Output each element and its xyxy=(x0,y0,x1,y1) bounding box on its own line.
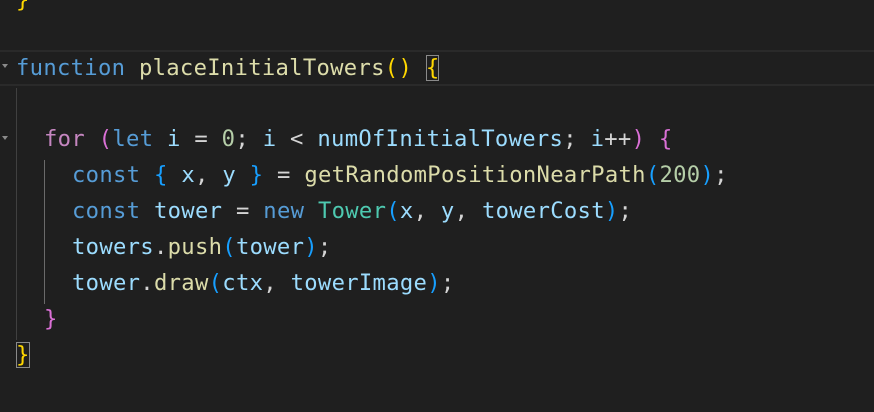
identifier: towerImage xyxy=(290,270,428,296)
paren-open: ( xyxy=(98,126,113,152)
code-line[interactable]: } xyxy=(44,301,58,337)
identifier: i xyxy=(590,126,605,152)
code-line[interactable]: tower.draw(ctx, towerImage); xyxy=(72,265,455,301)
brace-open: { xyxy=(153,162,168,188)
identifier: towerCost xyxy=(481,198,605,224)
identifier: tower xyxy=(153,198,223,224)
code-line[interactable]: towers.push(tower); xyxy=(72,229,332,265)
paren-open: ( xyxy=(208,270,223,296)
keyword-let: let xyxy=(112,126,154,152)
comma: , xyxy=(194,162,209,188)
brace-close-matched: } xyxy=(16,342,30,368)
code-line[interactable]: function placeInitialTowers() { xyxy=(16,50,440,86)
semicolon: ; xyxy=(714,162,728,188)
identifier: ctx xyxy=(222,270,264,296)
comma: , xyxy=(413,198,428,224)
identifier: x xyxy=(181,162,195,188)
function-name: placeInitialTowers xyxy=(138,55,385,81)
identifier: numOfInitialTowers xyxy=(317,126,564,152)
operator: = xyxy=(277,162,291,188)
code-line[interactable]: const tower = new Tower(x, y, towerCost)… xyxy=(72,193,632,229)
fold-chevron-icon[interactable] xyxy=(2,64,8,68)
paren-close: ) xyxy=(398,55,413,81)
paren-open: ( xyxy=(384,55,399,81)
brace-open: { xyxy=(658,126,673,152)
fold-chevron-icon[interactable] xyxy=(2,136,8,140)
keyword-for: for xyxy=(44,126,85,152)
operator: ++ xyxy=(604,126,632,152)
identifier: y xyxy=(222,162,236,188)
identifier: i xyxy=(166,126,181,152)
identifier: towers xyxy=(72,234,154,260)
comma: , xyxy=(454,198,469,224)
semicolon: ; xyxy=(235,126,250,152)
number-literal: 200 xyxy=(659,162,701,188)
paren-open: ( xyxy=(645,162,660,188)
identifier: tower xyxy=(235,234,305,260)
keyword-function: function xyxy=(16,55,126,81)
code-line[interactable]: const { x, y } = getRandomPositionNearPa… xyxy=(72,157,728,193)
code-line[interactable]: for (let i = 0; i < numOfInitialTowers; … xyxy=(44,121,673,157)
comma: , xyxy=(263,270,277,296)
number-literal: 0 xyxy=(221,126,236,152)
indent-guide-function xyxy=(16,88,17,340)
operator: = xyxy=(194,126,208,152)
function-call: getRandomPositionNearPath xyxy=(304,162,646,188)
paren-open: ( xyxy=(386,198,400,224)
code-line[interactable]: } xyxy=(16,337,30,373)
semicolon: ; xyxy=(618,198,633,224)
dot: . xyxy=(140,270,154,296)
keyword-new: new xyxy=(263,198,305,224)
keyword-const: const xyxy=(72,162,141,188)
identifier: x xyxy=(399,198,414,224)
operator: = xyxy=(235,198,250,224)
class-name: Tower xyxy=(317,198,387,224)
indent-guide-for xyxy=(44,160,45,304)
semicolon: ; xyxy=(440,270,455,296)
paren-close: ) xyxy=(604,198,619,224)
code-line[interactable]: } xyxy=(16,0,30,18)
paren-close: ) xyxy=(631,126,646,152)
operator: < xyxy=(290,126,304,152)
paren-close: ) xyxy=(304,234,318,260)
code-editor[interactable]: } function placeInitialTowers() { for (l… xyxy=(0,0,874,412)
semicolon: ; xyxy=(317,234,332,260)
brace-open-matched: { xyxy=(425,55,440,81)
brace-close: } xyxy=(16,0,30,13)
method-call: push xyxy=(167,234,223,260)
paren-close: ) xyxy=(427,270,441,296)
dot: . xyxy=(153,234,168,260)
method-call: draw xyxy=(153,270,209,296)
identifier: i xyxy=(262,126,277,152)
identifier: y xyxy=(440,198,455,224)
semicolon: ; xyxy=(563,126,577,152)
identifier: tower xyxy=(72,270,141,296)
brace-close: } xyxy=(44,306,58,332)
keyword-const: const xyxy=(72,198,141,224)
paren-close: ) xyxy=(700,162,715,188)
paren-open: ( xyxy=(222,234,236,260)
brace-close: } xyxy=(249,162,264,188)
